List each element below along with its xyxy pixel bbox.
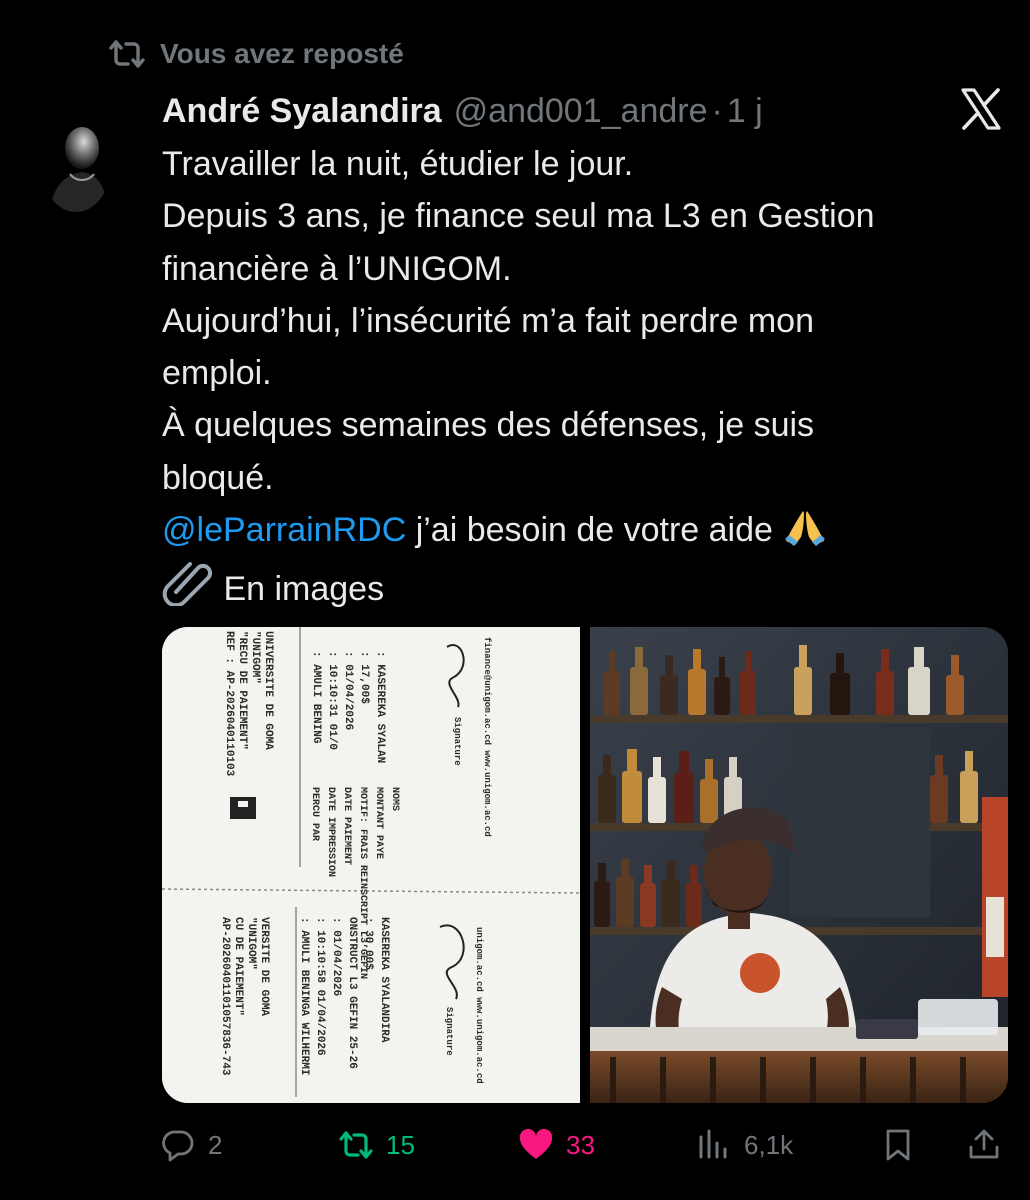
- receipt-text: : 10:10:58 01/04/2026: [314, 917, 326, 1056]
- paperclip-icon: [162, 562, 214, 621]
- mention-link[interactable]: @leParrainRDC: [162, 511, 406, 549]
- receipt-text: KASEREKA SYALANDIRA: [378, 917, 390, 1043]
- receipt-text: VERSITE DE GOMA: [258, 917, 270, 1017]
- receipt-photo[interactable]: UNIVERSITE DE GOMA "UNIGOM" "RECU DE PAI…: [162, 627, 580, 1103]
- share-icon: [969, 1129, 999, 1159]
- receipt-text: REF : AP-2026040110103: [223, 631, 235, 777]
- post-time[interactable]: 1 j: [727, 92, 763, 131]
- tweet-line: Travailler la nuit, étudier le jour.: [162, 145, 634, 183]
- separator-dot: ·: [711, 91, 723, 130]
- like-button[interactable]: 33: [518, 1120, 595, 1170]
- views-count: 6,1k: [744, 1129, 794, 1160]
- tweet-line: À quelques semaines des défenses, je sui…: [162, 406, 815, 445]
- bookmark-icon: [886, 1129, 910, 1161]
- receipt-text: "RECU DE PAIEMENT": [236, 631, 248, 750]
- receipt-text: : AMULI BENING: [310, 651, 322, 744]
- heart-icon: [519, 1128, 553, 1159]
- bar-photo[interactable]: [590, 627, 1008, 1103]
- receipt-text: : 17,00$: [358, 651, 370, 704]
- action-bar: 2 15 33 6,1k: [160, 1120, 1010, 1170]
- views-button[interactable]: 6,1k: [696, 1120, 793, 1170]
- reply-button[interactable]: 2: [160, 1120, 222, 1170]
- x-logo-icon[interactable]: [958, 86, 1004, 132]
- receipt-bottom-values: KASEREKA SYALANDIRA : 30,00$ ONSTRUCT L3…: [296, 917, 392, 1075]
- receipt-text: : 01/04/2026: [330, 917, 342, 997]
- tweet-line: emploi.: [162, 354, 272, 393]
- mention-suffix: j’ai besoin de votre aide: [406, 511, 783, 550]
- receipt-text: : 10:10:31 01/0: [326, 651, 338, 751]
- repost-label: Vous avez reposté: [160, 38, 404, 69]
- repost-button[interactable]: 15: [338, 1120, 415, 1170]
- tweet-line: Depuis 3 ans, je finance seul ma L3 en G…: [162, 197, 875, 236]
- receipt-bottom-footer: unigom.ac.cd www.unigom.ac.cd: [474, 927, 484, 1084]
- receipt-text: CU DE PAIEMENT": [232, 917, 244, 1017]
- attachment-line: En images: [162, 562, 1012, 621]
- repost-icon: [339, 1131, 373, 1159]
- receipt-text: : AMULI BENINGA WILHERMI: [298, 917, 310, 1076]
- avatar[interactable]: [40, 112, 112, 212]
- receipt-text: "UNIGOM": [245, 917, 257, 970]
- receipt-text: UNIVERSITE DE GOMA: [262, 631, 274, 750]
- repost-icon: [109, 40, 145, 68]
- tweet-line: financière à l’UNIGOM.: [162, 249, 512, 288]
- receipt-bottom-signature: Signature: [444, 1007, 454, 1056]
- receipt-text: AP-20260401101057836-743: [219, 917, 231, 1076]
- tweet-text: Travailler la nuit, étudier le jour. Dep…: [162, 138, 1012, 622]
- receipt-top-fields: : KASEREKA SYALAN : 17,00$ : 01/04/2026 …: [308, 651, 388, 763]
- tweet-line: Aujourd’hui, l’insécurité m’a fait perdr…: [162, 301, 814, 340]
- receipt-top-footer: finance@unigom.ac.cd www.unigom.ac.cd: [482, 637, 492, 837]
- tweet-header: André Syalandira @and001_andre · 1 j: [162, 86, 942, 136]
- repost-indicator: Vous avez reposté: [108, 32, 404, 76]
- receipt-top-heading: UNIVERSITE DE GOMA "UNIGOM" "RECU DE PAI…: [222, 631, 274, 776]
- reply-icon: [162, 1130, 194, 1162]
- media-grid[interactable]: UNIVERSITE DE GOMA "UNIGOM" "RECU DE PAI…: [162, 627, 1008, 1103]
- attachment-label: En images: [223, 570, 385, 609]
- receipt-text: "UNIGOM": [249, 631, 261, 684]
- author-name[interactable]: André Syalandira: [162, 92, 442, 131]
- reply-count: 2: [208, 1129, 223, 1160]
- receipt-text: ONSTRUCT L3 GEFIN 25-26: [346, 917, 358, 1069]
- praying-hands-icon: [782, 507, 828, 562]
- share-button[interactable]: [966, 1120, 1002, 1170]
- mention-line: @leParrainRDC j’ai besoin de votre aide: [162, 504, 1012, 562]
- receipt-top-signature: Signature: [452, 717, 462, 766]
- repost-count: 15: [386, 1129, 415, 1160]
- receipt-text: : 30,00$: [362, 917, 374, 970]
- receipt-text: : KASEREKA SYALAN: [374, 651, 386, 764]
- like-count: 33: [566, 1129, 595, 1160]
- receipt-bottom-heading: VERSITE DE GOMA "UNIGOM" CU DE PAIEMENT"…: [218, 917, 270, 1075]
- bookmark-button[interactable]: [880, 1120, 916, 1170]
- tweet-line: bloqué.: [162, 458, 274, 497]
- views-chart-icon: [699, 1129, 727, 1159]
- author-handle[interactable]: @and001_andre: [454, 92, 708, 131]
- receipt-text: : 01/04/2026: [342, 651, 354, 731]
